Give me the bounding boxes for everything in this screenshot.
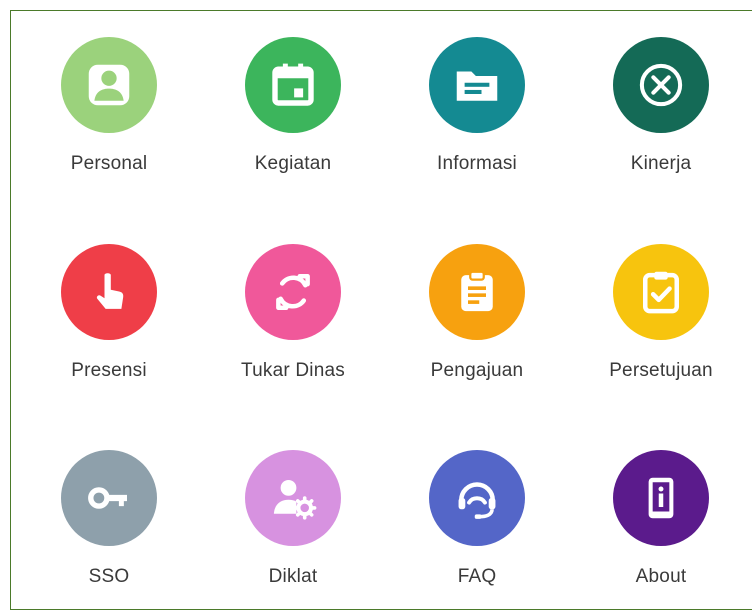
menu-item-tukar-dinas[interactable]: Tukar Dinas bbox=[203, 244, 383, 404]
clipboard-check-icon bbox=[643, 271, 679, 314]
headset-icon bbox=[458, 482, 496, 519]
menu-grid: Personal Kegiatan Informasi Kinerja Pres… bbox=[0, 0, 752, 593]
user-settings-icon bbox=[273, 480, 317, 520]
menu-item-diklat[interactable]: Diklat bbox=[203, 450, 383, 610]
touch-icon bbox=[96, 273, 124, 309]
menu-item-label: FAQ bbox=[457, 566, 497, 587]
menu-item-sso[interactable]: SSO bbox=[19, 450, 199, 610]
person-icon bbox=[88, 64, 130, 106]
menu-item-circle bbox=[429, 450, 525, 546]
menu-item-label: SSO bbox=[88, 566, 130, 587]
key-icon bbox=[88, 487, 127, 509]
menu-item-kegiatan[interactable]: Kegiatan bbox=[203, 37, 383, 197]
menu-item-circle bbox=[245, 244, 341, 340]
menu-item-circle bbox=[429, 244, 525, 340]
menu-item-circle bbox=[245, 450, 341, 546]
close-circle-icon bbox=[639, 63, 683, 107]
menu-item-label: Personal bbox=[70, 153, 148, 174]
sync-icon bbox=[276, 274, 310, 310]
info-device-icon bbox=[648, 477, 674, 519]
menu-item-circle bbox=[245, 37, 341, 133]
menu-item-circle bbox=[613, 450, 709, 546]
menu-item-personal[interactable]: Personal bbox=[19, 37, 199, 197]
menu-item-about[interactable]: About bbox=[571, 450, 751, 610]
menu-item-informasi[interactable]: Informasi bbox=[387, 37, 567, 197]
menu-item-presensi[interactable]: Presensi bbox=[19, 244, 199, 404]
calendar-icon bbox=[272, 63, 314, 106]
menu-item-pengajuan[interactable]: Pengajuan bbox=[387, 244, 567, 404]
menu-item-label: Persetujuan bbox=[609, 360, 713, 381]
menu-item-kinerja[interactable]: Kinerja bbox=[571, 37, 751, 197]
menu-item-circle bbox=[429, 37, 525, 133]
menu-item-label: Diklat bbox=[268, 566, 318, 587]
menu-item-label: Tukar Dinas bbox=[241, 360, 345, 381]
menu-item-label: Presensi bbox=[71, 360, 147, 381]
clipboard-list-icon bbox=[461, 270, 493, 312]
menu-item-label: Kegiatan bbox=[254, 153, 332, 174]
menu-item-label: Kinerja bbox=[630, 153, 692, 174]
menu-item-label: About bbox=[635, 566, 687, 587]
menu-item-persetujuan[interactable]: Persetujuan bbox=[571, 244, 751, 404]
menu-item-circle bbox=[613, 244, 709, 340]
menu-item-label: Pengajuan bbox=[430, 360, 524, 381]
menu-item-circle bbox=[61, 37, 157, 133]
folder-icon bbox=[456, 71, 498, 101]
menu-item-faq[interactable]: FAQ bbox=[387, 450, 567, 610]
menu-item-label: Informasi bbox=[437, 153, 517, 174]
menu-item-circle bbox=[613, 37, 709, 133]
menu-item-circle bbox=[61, 244, 157, 340]
menu-item-circle bbox=[61, 450, 157, 546]
